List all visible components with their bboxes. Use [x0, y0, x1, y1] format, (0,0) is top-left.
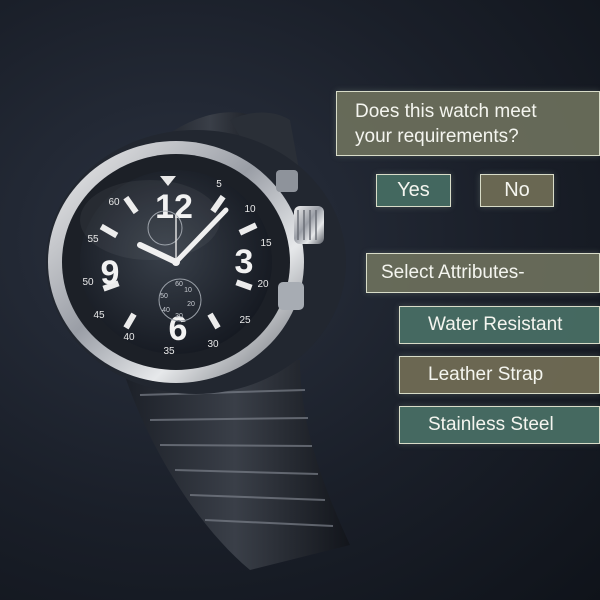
svg-text:10: 10 — [244, 204, 256, 215]
svg-text:5: 5 — [216, 179, 222, 190]
attribute-water-resistant[interactable]: Water Resistant — [399, 306, 600, 344]
svg-text:25: 25 — [239, 315, 251, 326]
attribute-leather-strap[interactable]: Leather Strap — [399, 356, 600, 394]
svg-text:20: 20 — [257, 279, 269, 290]
svg-text:3: 3 — [235, 243, 254, 281]
svg-text:30: 30 — [207, 339, 219, 350]
question-text: Does this watch meet your requirements? — [355, 99, 537, 149]
svg-text:30: 30 — [175, 313, 183, 320]
svg-text:45: 45 — [93, 310, 105, 321]
svg-text:40: 40 — [123, 332, 135, 343]
svg-text:9: 9 — [101, 254, 120, 292]
watch-photo: 5 10 15 20 25 30 35 40 45 50 55 60 12 3 … — [46, 112, 350, 570]
svg-text:50: 50 — [160, 293, 168, 300]
svg-text:15: 15 — [260, 238, 272, 249]
svg-text:50: 50 — [82, 277, 94, 288]
question-panel: Does this watch meet your requirements? — [336, 91, 600, 156]
question-line-1: Does this watch meet — [355, 100, 537, 122]
attribute-stainless-steel[interactable]: Stainless Steel — [399, 406, 600, 444]
question-line-2: your requirements? — [355, 125, 519, 147]
svg-text:10: 10 — [184, 287, 192, 294]
svg-text:20: 20 — [187, 301, 195, 308]
select-attributes-heading: Select Attributes- — [366, 253, 600, 293]
yes-button[interactable]: Yes — [376, 174, 451, 207]
svg-text:40: 40 — [162, 307, 170, 314]
svg-text:60: 60 — [175, 281, 183, 288]
no-button[interactable]: No — [480, 174, 554, 207]
